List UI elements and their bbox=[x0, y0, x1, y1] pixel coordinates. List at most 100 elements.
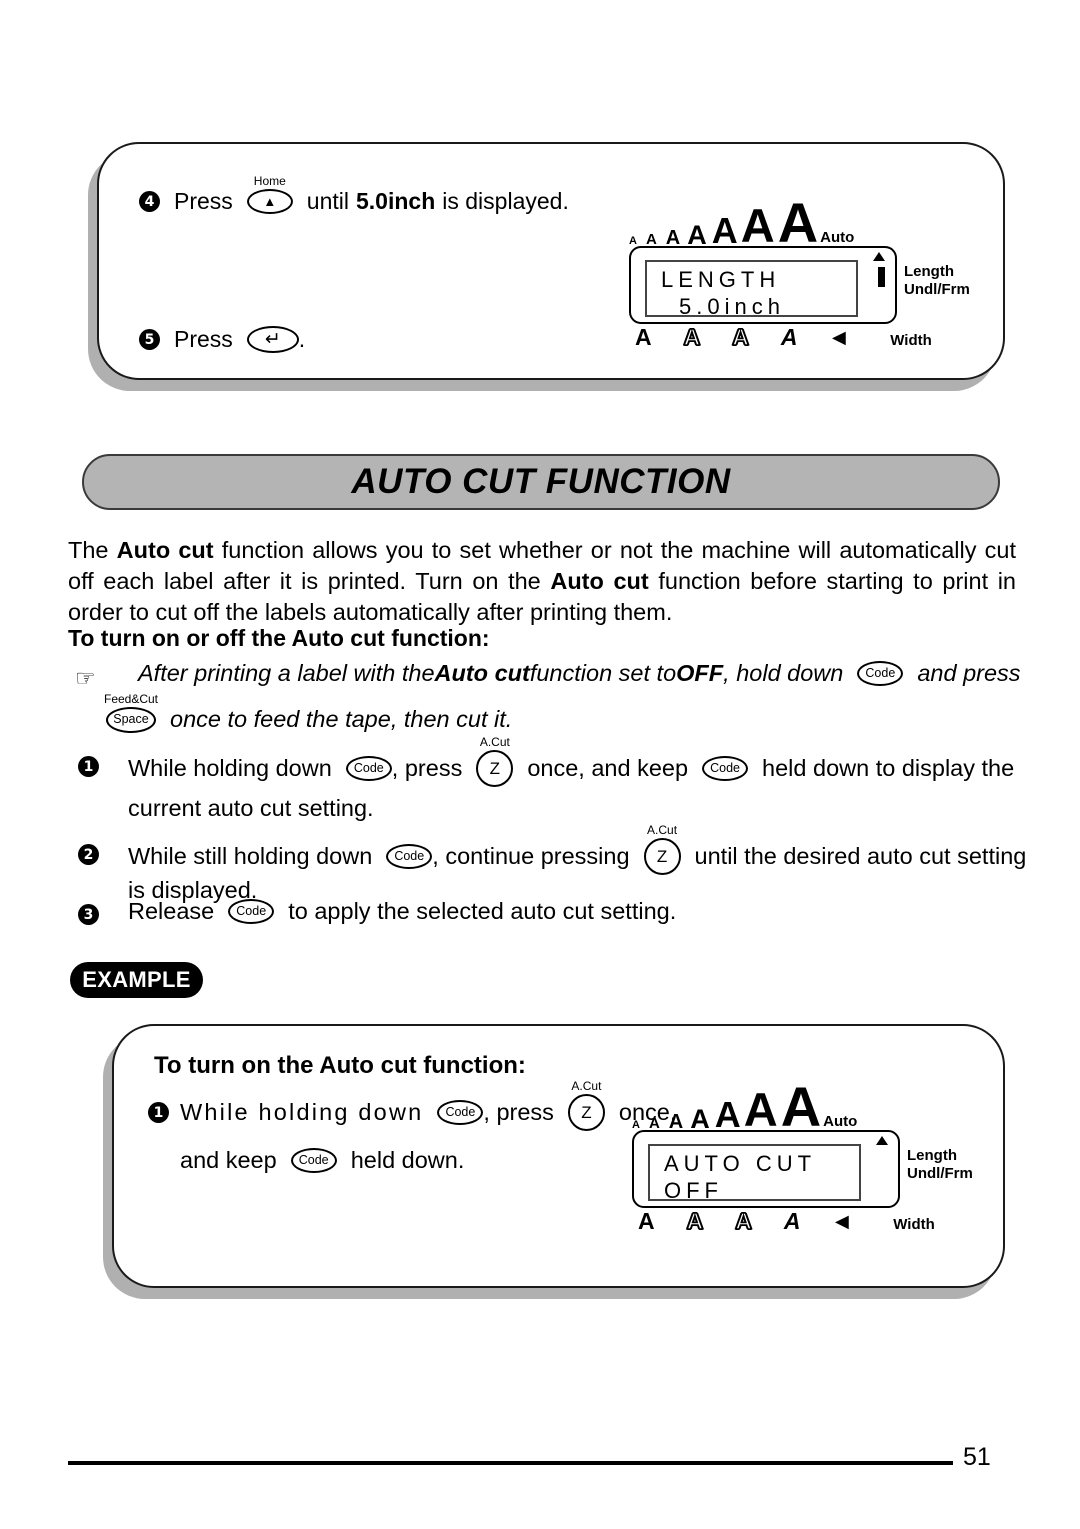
size-a-1: A bbox=[629, 234, 637, 247]
size-a-1: A bbox=[632, 1118, 640, 1131]
intro-bold-1: Auto cut bbox=[116, 537, 214, 563]
step-panel-top: 4 Press Home ▲ until 5.0inch is displaye… bbox=[97, 142, 1005, 380]
indicator-italic-a: A bbox=[780, 324, 798, 350]
lcd-right-labels: Length Undl/Frm bbox=[904, 263, 970, 300]
step-number-badge: 1 bbox=[148, 1102, 169, 1123]
instruction-step-1: 1 While holding down Code , press A.Cut … bbox=[78, 735, 1028, 822]
lcd-display-module-example: A A A A A A A Auto AUTO CUT OFF Length U… bbox=[632, 1078, 973, 1233]
step2-text-1: While still holding down bbox=[128, 843, 373, 869]
note-bold-autocut: Auto cut bbox=[434, 660, 530, 686]
length-bar-indicator bbox=[878, 267, 885, 287]
pointing-hand-icon: ☞ bbox=[75, 666, 96, 692]
indicator-left-arrow-icon: ◄ bbox=[827, 324, 851, 350]
size-a-2: A bbox=[648, 1114, 660, 1132]
example-cont-a: and keep bbox=[180, 1147, 277, 1173]
feed-and-cut-label: Feed&Cut bbox=[103, 691, 159, 706]
step-1-row: While holding down Code , press A.Cut Z … bbox=[128, 735, 1028, 787]
example-step-1: 1 While holding down Code , press A.Cut … bbox=[148, 1079, 676, 1174]
step-number-badge: 3 bbox=[78, 904, 99, 925]
lcd-screen: LENGTH 5.0inch bbox=[645, 260, 858, 319]
space-key[interactable]: Feed&Cut Space bbox=[104, 692, 158, 733]
note-text-c: function set to bbox=[529, 660, 677, 686]
instruction-step-2: 2 While still holding down Code , contin… bbox=[78, 823, 1028, 904]
press-label: Press bbox=[174, 326, 233, 352]
font-size-scale: A A A A A A A Auto bbox=[629, 194, 854, 253]
width-label: Width bbox=[893, 1216, 935, 1233]
code-key[interactable]: Code bbox=[228, 899, 275, 924]
intro-text-a: The bbox=[68, 537, 117, 563]
size-a-4: A bbox=[690, 1103, 710, 1134]
code-key-2[interactable]: Code bbox=[290, 1148, 337, 1173]
lcd-bezel: AUTO CUT OFF bbox=[632, 1130, 900, 1208]
step1-text-3: once, and keep bbox=[527, 755, 689, 781]
auto-triangle-icon bbox=[876, 1136, 888, 1145]
step1-text-2: , press bbox=[391, 755, 463, 781]
home-up-key[interactable]: Home ▲ bbox=[246, 174, 293, 214]
size-a-3: A bbox=[668, 1110, 684, 1133]
step-number-badge: 1 bbox=[78, 756, 99, 777]
a-cut-label: A.Cut bbox=[479, 735, 510, 749]
space-key-cap: Space bbox=[106, 706, 156, 733]
example-cont-b: held down. bbox=[350, 1147, 465, 1173]
size-a-5: A bbox=[711, 210, 738, 252]
lcd-bottom-indicators: A A A A ◄ Width bbox=[635, 324, 935, 350]
until-text: until bbox=[306, 188, 349, 214]
lcd-bottom-indicators: A A A A ◄ Width bbox=[638, 1208, 938, 1234]
step-number-badge: 2 bbox=[78, 844, 99, 865]
indicator-outline-a-2: A bbox=[734, 1208, 752, 1234]
lcd-display-module: A A A A A A A Auto LENGTH 5.0inch Length… bbox=[629, 194, 970, 349]
code-key[interactable]: Code bbox=[857, 661, 904, 686]
lcd-bezel: LENGTH 5.0inch bbox=[629, 246, 897, 324]
lcd-right-labels: Length Undl/Frm bbox=[907, 1147, 973, 1184]
code-key[interactable]: Code bbox=[386, 844, 433, 869]
page-number: 51 bbox=[963, 1443, 991, 1471]
z-key[interactable]: A.Cut Z bbox=[476, 735, 514, 787]
page-title: AUTO CUT FUNCTION bbox=[351, 462, 731, 501]
z-key-cap: Z bbox=[476, 750, 514, 787]
example-heading: To turn on the Auto cut function: bbox=[154, 1052, 526, 1079]
up-arrow-icon: ▲ bbox=[246, 189, 293, 214]
z-key[interactable]: A.Cut Z bbox=[567, 1079, 605, 1131]
code-key-2[interactable]: Code bbox=[702, 756, 749, 781]
indicator-outline-a-1: A bbox=[686, 1208, 704, 1234]
subheading: To turn on or off the Auto cut function: bbox=[68, 625, 490, 651]
indicator-bold-a: A bbox=[635, 324, 652, 350]
indicator-italic-a: A bbox=[783, 1208, 801, 1234]
step3-text-2: to apply the selected auto cut setting. bbox=[288, 898, 677, 924]
width-label: Width bbox=[890, 332, 932, 349]
step-number-badge: 5 bbox=[139, 329, 160, 350]
note-text-f: and press bbox=[917, 660, 1021, 686]
size-a-6: A bbox=[740, 199, 775, 253]
example-badge: EXAMPLE bbox=[70, 962, 203, 998]
note-text-e: , hold down bbox=[723, 660, 844, 686]
indicator-left-arrow-icon: ◄ bbox=[830, 1208, 854, 1234]
step-1-continuation: current auto cut setting. bbox=[128, 795, 374, 821]
code-key[interactable]: Code bbox=[345, 756, 392, 781]
lcd-line-2: OFF bbox=[664, 1177, 723, 1203]
note-line-1: After printing a label with the Auto cut… bbox=[138, 660, 1021, 687]
a-cut-label: A.Cut bbox=[647, 823, 678, 837]
home-key-label: Home bbox=[253, 174, 286, 188]
step2-text-2: , continue pressing bbox=[432, 843, 630, 869]
step1-text-1: While holding down bbox=[128, 755, 332, 781]
example-text-2: , press bbox=[483, 1099, 554, 1125]
intro-paragraph: The Auto cut function allows you to set … bbox=[68, 535, 1016, 628]
lcd-line-1: AUTO CUT bbox=[664, 1151, 817, 1176]
z-key-cap: Z bbox=[567, 1094, 605, 1131]
step-2-row: While still holding down Code , continue… bbox=[128, 823, 1028, 875]
period: . bbox=[298, 326, 306, 352]
instruction-step-3: 3 Release Code to apply the selected aut… bbox=[78, 898, 1028, 925]
note-text-a: After printing a label with the bbox=[138, 660, 435, 686]
undl-frm-label: Undl/Frm bbox=[907, 1165, 973, 1183]
step-4-line: 4 Press Home ▲ until 5.0inch is displaye… bbox=[139, 174, 569, 215]
length-value: 5.0inch bbox=[356, 188, 436, 214]
enter-key[interactable]: ↵ bbox=[246, 326, 299, 353]
z-key[interactable]: A.Cut Z bbox=[643, 823, 681, 875]
a-cut-label: A.Cut bbox=[571, 1079, 602, 1093]
font-size-scale: A A A A A A A Auto bbox=[632, 1078, 857, 1135]
step2-text-3: until the desired auto cut setting bbox=[694, 843, 1027, 869]
displayed-text: is displayed. bbox=[442, 188, 569, 214]
code-key[interactable]: Code bbox=[437, 1100, 484, 1125]
note-bold-off: OFF bbox=[676, 660, 724, 686]
press-label: Press bbox=[174, 188, 233, 214]
